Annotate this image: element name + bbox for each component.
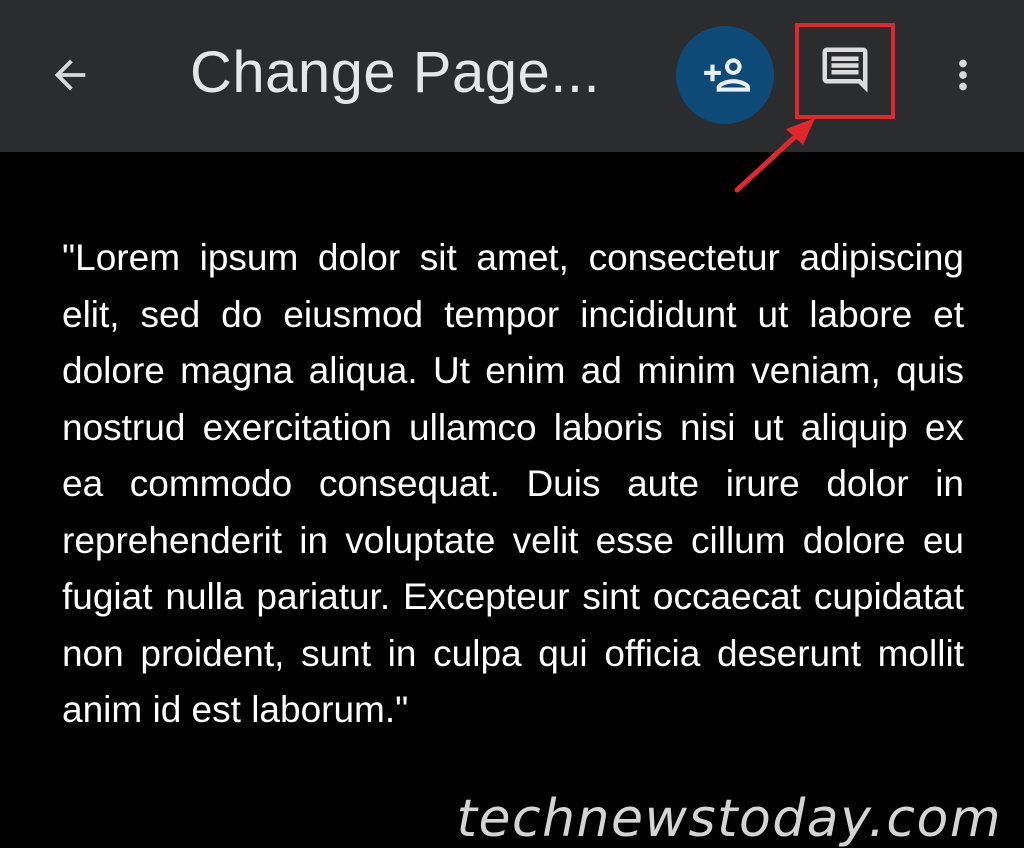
top-app-bar: Change Page... [0,0,1024,152]
docs-editor-screen: Change Page... "Lorem ipsum dolor sit am… [0,0,1024,848]
document-body-text[interactable]: "Lorem ipsum dolor sit amet, consectetur… [62,230,964,739]
arrow-back-icon [54,59,86,91]
watermark: technewstoday.com [456,789,1002,848]
person-add-icon [704,58,750,92]
comment-icon [822,47,868,93]
back-button[interactable] [32,40,108,110]
document-title: Change Page... [190,40,601,105]
more-vert-icon [959,59,967,91]
share-button[interactable] [676,26,774,124]
comments-button[interactable] [798,25,892,115]
more-options-button[interactable] [938,40,988,110]
